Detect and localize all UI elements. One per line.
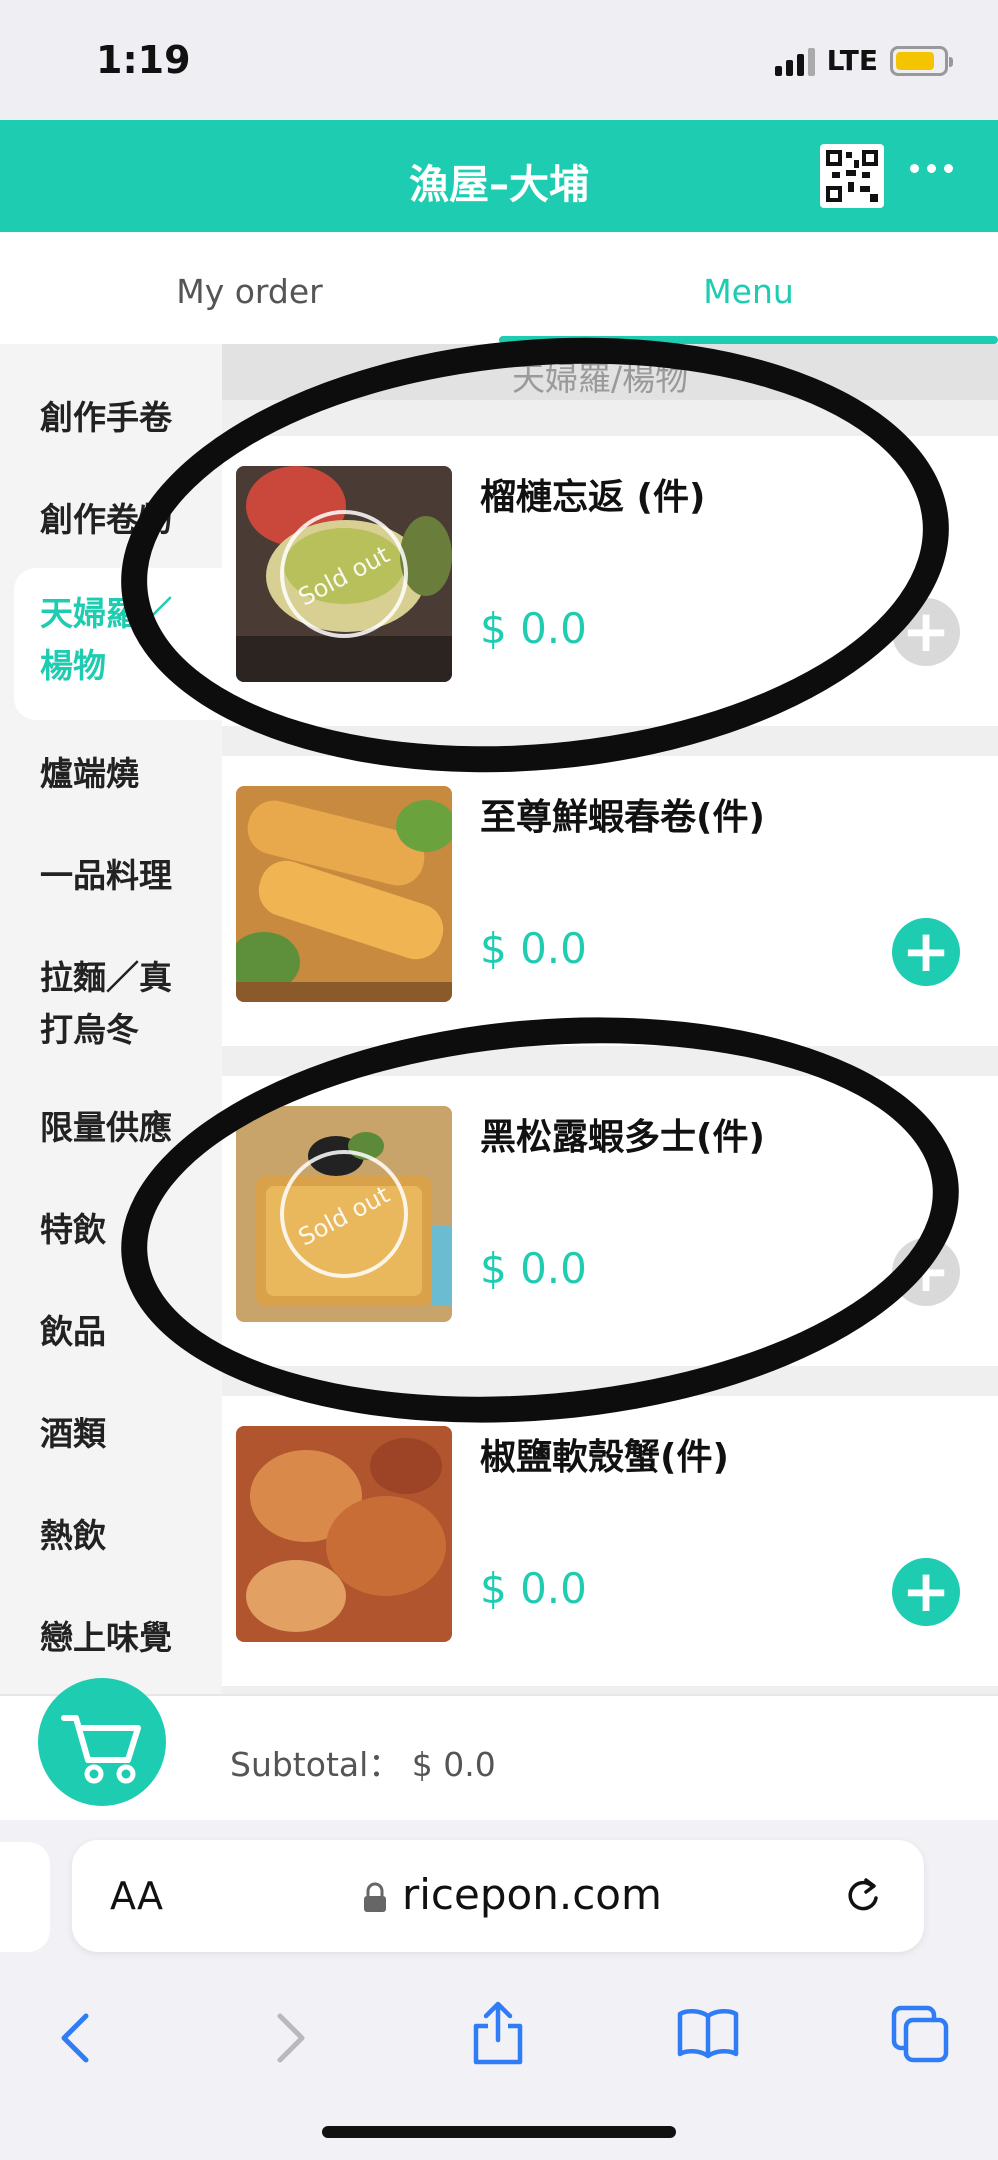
active-tab-indicator bbox=[499, 336, 998, 344]
item-price: $ 0.0 bbox=[480, 924, 587, 973]
sold-out-badge: Sold out bbox=[280, 1150, 408, 1278]
add-to-cart-button[interactable]: + bbox=[892, 1558, 960, 1626]
item-price: $ 0.0 bbox=[480, 1244, 587, 1293]
sidebar-item-hand-roll[interactable]: 創作手卷 bbox=[40, 392, 220, 444]
tabs-icon[interactable] bbox=[890, 2004, 950, 2068]
tab-bar: My order Menu bbox=[0, 232, 998, 344]
network-label: LTE bbox=[826, 44, 878, 77]
tab-menu[interactable]: Menu bbox=[499, 232, 998, 344]
sidebar-item-hot-drinks[interactable]: 熱飲 bbox=[40, 1510, 220, 1562]
url-text: ricepon.com bbox=[402, 1870, 662, 1919]
add-button-disabled: + bbox=[892, 1238, 960, 1306]
sidebar-item-dishes[interactable]: 一品料理 bbox=[40, 850, 220, 902]
status-indicators: LTE bbox=[774, 44, 953, 77]
item-name: 黑松露蝦多士(件) bbox=[480, 1117, 765, 1158]
forward-icon bbox=[270, 2010, 310, 2070]
sidebar-item-tempura[interactable]: 天婦羅／ 楊物 bbox=[14, 568, 222, 720]
menu-list: 天婦羅/楊物 Sold out 榴槤忘返 (件) $ 0.0 + 至尊鮮蝦春卷(… bbox=[222, 344, 998, 1694]
item-name: 至尊鮮蝦春卷(件) bbox=[480, 797, 765, 838]
sidebar-item-rolls[interactable]: 創作卷物 bbox=[40, 494, 220, 546]
bookmarks-icon[interactable] bbox=[676, 2006, 740, 2064]
home-indicator bbox=[322, 2126, 676, 2138]
qr-code-icon[interactable] bbox=[820, 144, 884, 208]
add-button-disabled: + bbox=[892, 598, 960, 666]
cart-bar: Subtotal： $ 0.0 bbox=[0, 1678, 998, 1820]
cart-button[interactable] bbox=[38, 1678, 166, 1806]
sidebar-item-robatayaki[interactable]: 爐端燒 bbox=[40, 748, 220, 800]
signal-icon bbox=[774, 46, 815, 76]
address-bar[interactable]: AA ricepon.com bbox=[72, 1840, 924, 1952]
menu-item[interactable]: 椒鹽軟殼蟹(件) $ 0.0 + bbox=[222, 1396, 998, 1686]
item-name: 椒鹽軟殼蟹(件) bbox=[480, 1437, 729, 1478]
add-to-cart-button[interactable]: + bbox=[892, 918, 960, 986]
previous-tab-card[interactable] bbox=[0, 1842, 50, 1952]
sidebar-item-taste[interactable]: 戀上味覺 bbox=[40, 1612, 220, 1664]
back-icon[interactable] bbox=[56, 2010, 96, 2070]
battery-icon bbox=[890, 45, 953, 76]
sold-out-label: Sold out bbox=[293, 540, 395, 612]
status-time: 1:19 bbox=[96, 38, 191, 82]
cart-icon bbox=[61, 1715, 141, 1784]
sold-out-badge: Sold out bbox=[280, 510, 408, 638]
subtotal-label: Subtotal： bbox=[230, 1745, 402, 1784]
item-image-durian: Sold out bbox=[236, 466, 452, 682]
subtotal: Subtotal： $ 0.0 bbox=[230, 1738, 496, 1786]
reload-icon[interactable] bbox=[842, 1874, 886, 1922]
tab-my-order[interactable]: My order bbox=[0, 232, 499, 344]
item-image-soft-shell-crab bbox=[236, 1426, 452, 1642]
share-icon[interactable] bbox=[470, 2000, 526, 2070]
item-price: $ 0.0 bbox=[480, 604, 587, 653]
item-image-spring-roll bbox=[236, 786, 452, 1002]
category-sidebar: 創作手卷 創作卷物 天婦羅／ 楊物 爐端燒 一品料理 拉麵／真 打烏冬 限量供應… bbox=[0, 344, 222, 1694]
sidebar-item-limited[interactable]: 限量供應 bbox=[40, 1102, 220, 1154]
browser-toolbar: AA ricepon.com bbox=[0, 1820, 998, 2160]
sidebar-item-ramen[interactable]: 拉麵／真 打烏冬 bbox=[40, 952, 220, 1056]
item-name: 榴槤忘返 (件) bbox=[480, 477, 706, 518]
status-bar: 1:19 LTE bbox=[0, 0, 998, 120]
sidebar-item-alcohol[interactable]: 酒類 bbox=[40, 1408, 220, 1460]
item-image-shrimp-toast: Sold out bbox=[236, 1106, 452, 1322]
browser-nav bbox=[0, 1970, 998, 2100]
section-header: 天婦羅/楊物 bbox=[222, 344, 998, 400]
lock-icon bbox=[362, 1882, 388, 1918]
sidebar-item-special-drinks[interactable]: 特飲 bbox=[40, 1204, 220, 1256]
more-options-icon[interactable] bbox=[910, 164, 953, 173]
sold-out-label: Sold out bbox=[293, 1180, 395, 1252]
sidebar-item-drinks[interactable]: 飲品 bbox=[40, 1306, 220, 1358]
reader-settings-button[interactable]: AA bbox=[110, 1874, 163, 1918]
menu-item[interactable]: 至尊鮮蝦春卷(件) $ 0.0 + bbox=[222, 756, 998, 1046]
item-price: $ 0.0 bbox=[480, 1564, 587, 1613]
menu-item[interactable]: Sold out 黑松露蝦多士(件) $ 0.0 + bbox=[222, 1076, 998, 1366]
subtotal-value: $ 0.0 bbox=[411, 1745, 496, 1784]
app-header: 漁屋–大埔 bbox=[0, 120, 998, 232]
menu-item[interactable]: Sold out 榴槤忘返 (件) $ 0.0 + bbox=[222, 436, 998, 726]
